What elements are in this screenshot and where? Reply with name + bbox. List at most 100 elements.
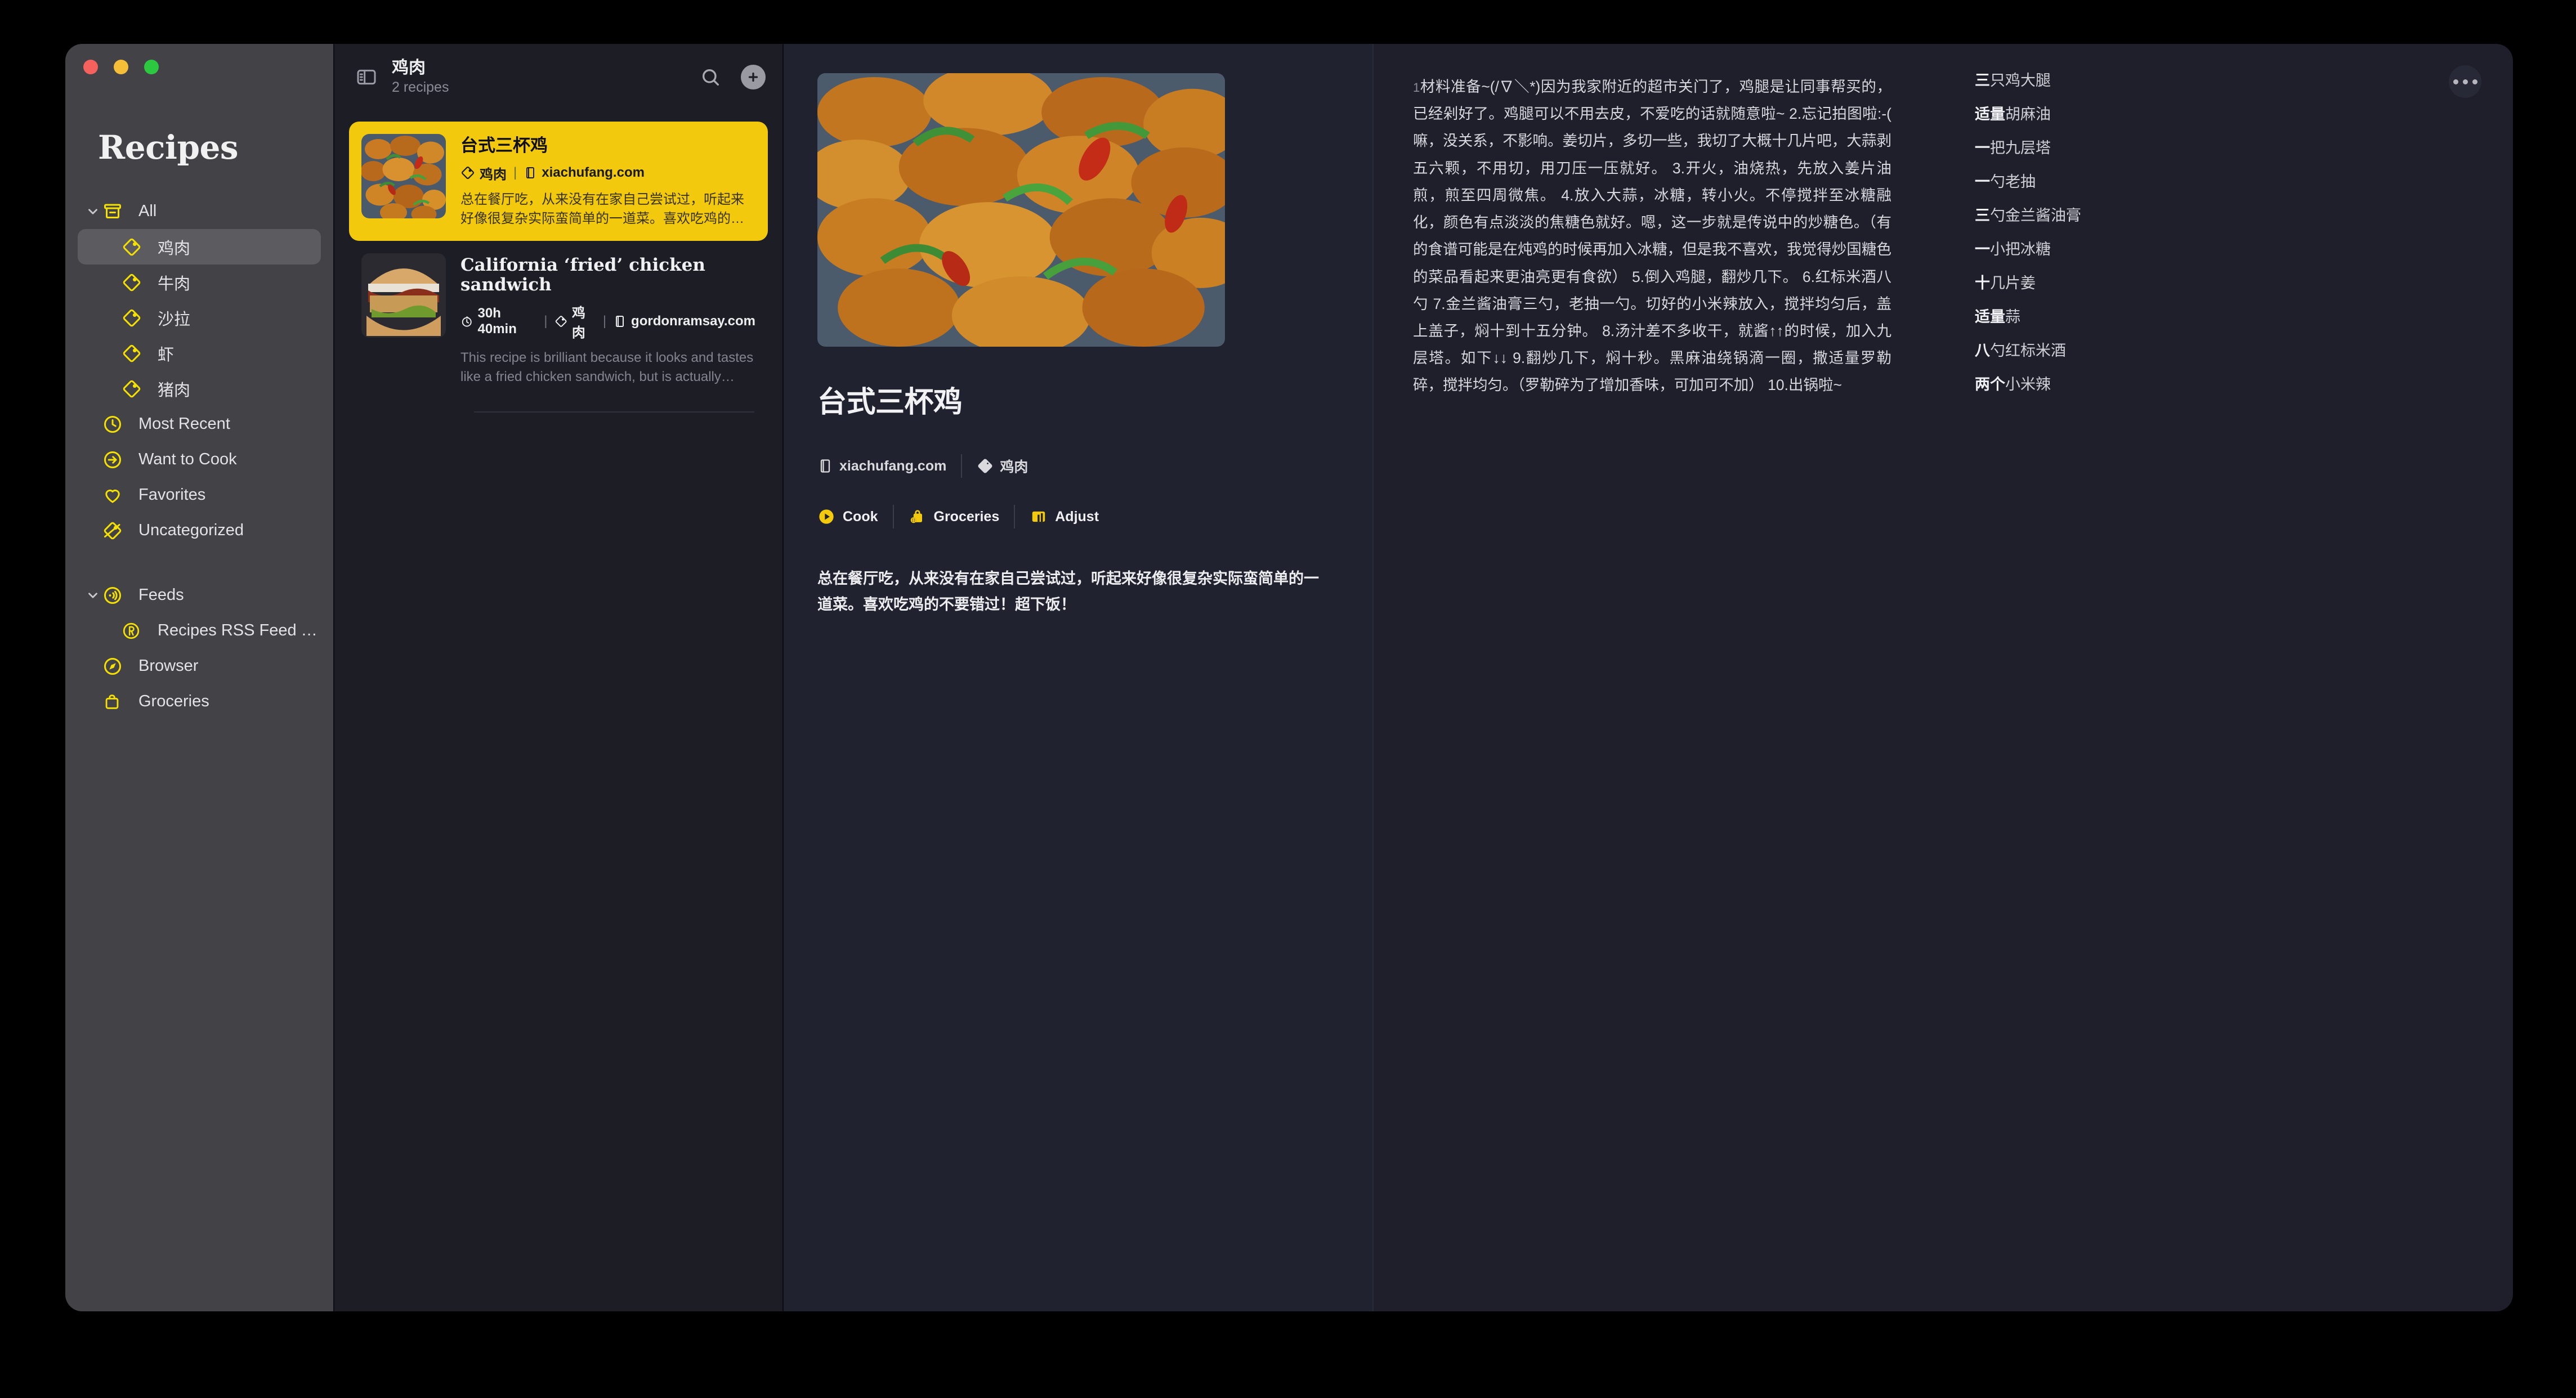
recipe-tag[interactable]: 鸡肉 — [977, 456, 1028, 476]
list-subtitle: 2 recipes — [392, 79, 449, 96]
chevron-down-icon[interactable] — [83, 204, 102, 219]
sidebar-item-beef[interactable]: 牛肉 — [78, 265, 321, 300]
list-divider — [474, 411, 754, 413]
ingredient-qty: 一 — [1975, 241, 1990, 258]
registered-r-icon — [122, 621, 151, 640]
recipe-list-panel: 鸡肉 2 recipes 台式三杯鸡 鸡肉 | xiachufang.com 总… — [333, 44, 784, 1311]
meta-separator: | — [602, 313, 607, 329]
ingredient-name: 蒜 — [2005, 308, 2020, 325]
action-divider — [1014, 505, 1016, 528]
ingredient-name: 只鸡大腿 — [1990, 72, 2051, 89]
ingredient-item: 一勺老抽 — [1975, 174, 2490, 190]
ellipsis-icon — [2453, 79, 2458, 84]
ingredient-item: 一把九层塔 — [1975, 141, 2490, 156]
ingredient-item: 十几片姜 — [1975, 276, 2490, 291]
list-header: 鸡肉 2 recipes — [334, 44, 782, 110]
ingredient-item: 三只鸡大腿 — [1975, 73, 2490, 88]
sidebar-item-favorites[interactable]: Favorites — [78, 477, 321, 513]
recipe-card[interactable]: California ‘fried’ chicken sandwich 30h … — [349, 241, 768, 400]
more-options-button[interactable] — [2449, 65, 2481, 98]
list-header-actions — [697, 64, 766, 91]
ingredient-item: 一小把冰糖 — [1975, 242, 2490, 257]
ingredient-qty: 三 — [1975, 207, 1990, 224]
sidebar-item-all[interactable]: All — [78, 194, 321, 229]
recipe-tag: 鸡肉 — [554, 302, 596, 341]
sidebar-item-label: Feeds — [138, 586, 184, 604]
recipe-source: xiachufang.com — [524, 165, 645, 181]
search-icon[interactable] — [697, 64, 724, 91]
sidebar-item-label: 猪肉 — [158, 381, 191, 400]
tag-icon — [122, 272, 151, 293]
clock-icon — [102, 414, 132, 434]
tag-icon — [122, 343, 151, 364]
ingredient-qty: 两个 — [1975, 376, 2005, 393]
sidebar-item-pork[interactable]: 猪肉 — [78, 371, 321, 406]
sidebar-item-rss-feed[interactable]: Recipes RSS Feed Nov… — [78, 613, 321, 648]
ingredient-qty: 十 — [1975, 275, 1990, 292]
sidebar-item-label: Most Recent — [138, 415, 230, 433]
sidebar: Recipes All 鸡肉 牛肉 沙拉 虾 猪肉 Most Recent Wa… — [65, 44, 333, 1311]
recipe-time: 30h 40min — [460, 306, 537, 337]
ingredient-qty: 一 — [1975, 140, 1990, 156]
sidebar-item-uncategorized[interactable]: Uncategorized — [78, 513, 321, 548]
recipe-card-body: California ‘fried’ chicken sandwich 30h … — [460, 253, 755, 387]
ingredient-name: 勺金兰酱油膏 — [1990, 207, 2081, 224]
recipe-title: 台式三杯鸡 — [817, 385, 963, 419]
recipe-card-selected[interactable]: 台式三杯鸡 鸡肉 | xiachufang.com 总在餐厅吃，从来没有在家自己… — [349, 122, 768, 241]
minimize-button[interactable] — [114, 60, 128, 74]
sidebar-item-browser[interactable]: Browser — [78, 648, 321, 684]
ingredient-name: 几片姜 — [1990, 275, 2036, 292]
recipe-card-meta: 30h 40min | 鸡肉 | gordonramsay.com — [460, 302, 755, 341]
archive-box-icon — [102, 201, 132, 222]
action-divider — [892, 505, 894, 528]
zoom-button[interactable] — [144, 60, 159, 74]
ingredient-name: 胡麻油 — [2005, 106, 2051, 123]
ingredient-name: 小把冰糖 — [1990, 241, 2051, 258]
recipe-tag-label: 鸡肉 — [480, 167, 507, 182]
sidebar-item-label: All — [138, 202, 157, 220]
recipe-source-label: gordonramsay.com — [631, 313, 755, 329]
direction-step-number: 1 — [1413, 80, 1420, 95]
ingredient-item: 适量胡麻油 — [1975, 107, 2490, 122]
ingredient-item: 两个小米辣 — [1975, 377, 2490, 392]
sidebar-item-label: Groceries — [138, 692, 209, 710]
sidebar-item-most-recent[interactable]: Most Recent — [78, 406, 321, 442]
sidebar-item-feeds[interactable]: Feeds — [78, 577, 321, 613]
rss-wave-icon — [102, 585, 132, 606]
ingredient-name: 小米辣 — [2005, 376, 2051, 393]
sidebar-item-label: Browser — [138, 657, 199, 675]
ellipsis-icon — [2462, 79, 2468, 84]
recipe-cards: 台式三杯鸡 鸡肉 | xiachufang.com 总在餐厅吃，从来没有在家自己… — [334, 110, 782, 413]
recipe-card-title: 台式三杯鸡 — [460, 136, 548, 155]
sidebar-item-shrimp[interactable]: 虾 — [78, 335, 321, 371]
groceries-button[interactable]: Groceries — [909, 508, 1000, 526]
recipe-tag: 鸡肉 — [460, 163, 507, 183]
list-title: 鸡肉 — [392, 58, 426, 77]
ingredient-name: 勺老抽 — [1990, 173, 2036, 190]
sidebar-item-groceries[interactable]: Groceries — [78, 684, 321, 719]
recipe-card-body: 台式三杯鸡 鸡肉 | xiachufang.com 总在餐厅吃，从来没有在家自己… — [460, 134, 755, 228]
adjust-button[interactable]: Adjust — [1030, 508, 1099, 526]
arrow-right-circle-icon — [102, 450, 132, 470]
add-recipe-button[interactable] — [741, 65, 766, 89]
cook-button[interactable]: Cook — [817, 508, 878, 526]
sidebar-toggle-icon[interactable] — [354, 64, 379, 90]
sidebar-item-chicken[interactable]: 鸡肉 — [78, 229, 321, 265]
sidebar-item-want-to-cook[interactable]: Want to Cook — [78, 442, 321, 477]
groceries-label: Groceries — [933, 508, 1000, 525]
chevron-down-icon[interactable] — [83, 588, 102, 603]
sidebar-item-label: 牛肉 — [158, 275, 191, 293]
recipe-source-label: xiachufang.com — [542, 165, 645, 181]
ingredient-qty: 八 — [1975, 342, 1990, 359]
compass-icon — [102, 656, 132, 676]
tag-slash-icon — [102, 521, 132, 541]
sidebar-item-salad[interactable]: 沙拉 — [78, 300, 321, 335]
close-button[interactable] — [83, 60, 98, 74]
desktop-background: Recipes All 鸡肉 牛肉 沙拉 虾 猪肉 Most Recent Wa… — [0, 0, 2576, 1398]
recipe-source[interactable]: xiachufang.com — [817, 458, 946, 474]
cook-label: Cook — [843, 508, 878, 525]
recipes-app-window: Recipes All 鸡肉 牛肉 沙拉 虾 猪肉 Most Recent Wa… — [65, 44, 2513, 1311]
adjust-label: Adjust — [1055, 508, 1099, 525]
recipe-detail-panel: 台式三杯鸡 xiachufang.com 鸡肉 Cook Groceries A… — [784, 44, 1372, 1311]
recipe-source-label: xiachufang.com — [839, 458, 947, 474]
